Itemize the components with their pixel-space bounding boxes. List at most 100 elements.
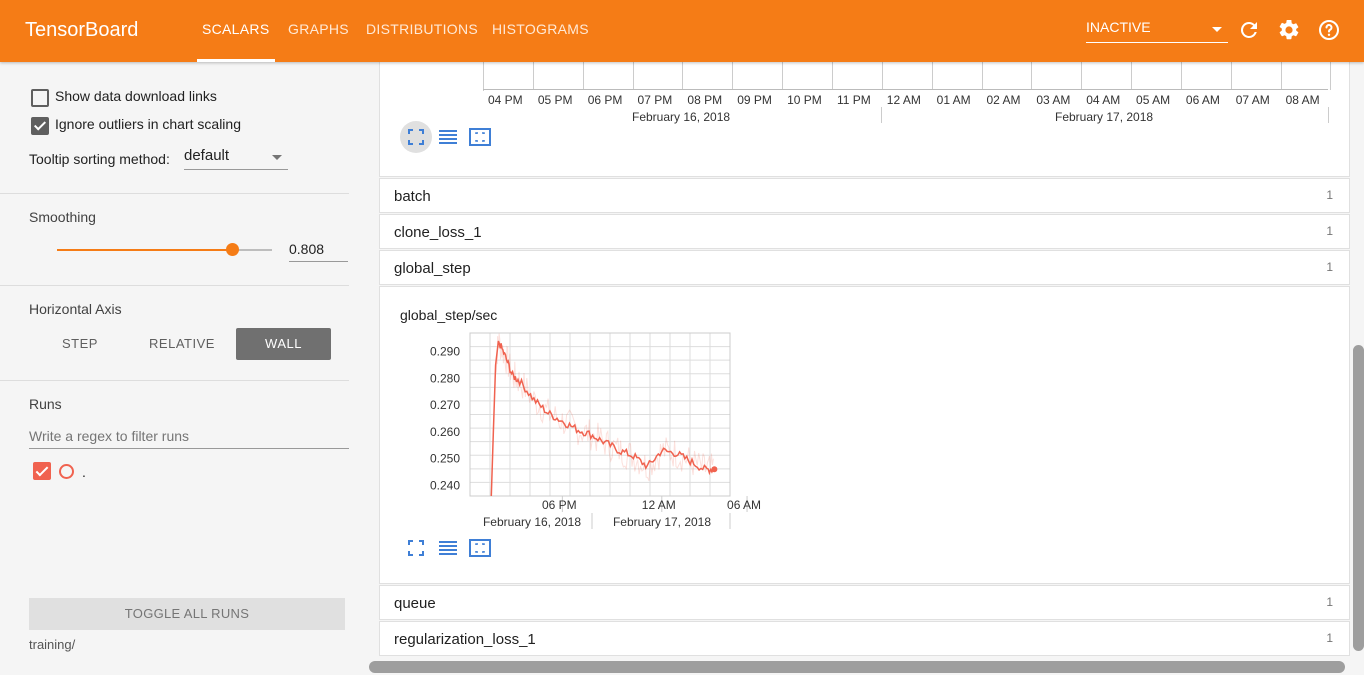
smoothed-series-line [490,340,715,497]
x-tick-label: 10 PM [787,93,822,107]
grid-line [1031,61,1033,90]
axis-relative-button[interactable]: RELATIVE [135,328,229,360]
category-row-regularization-loss-1[interactable]: regularization_loss_1 1 [379,621,1350,656]
x-tick-label: 09 PM [737,93,772,107]
tab-histograms[interactable]: HISTOGRAMS [492,21,589,37]
divider [0,380,349,381]
axis-step-button[interactable]: STEP [33,328,127,360]
grid-line [1280,61,1282,90]
fit-domain-icon[interactable] [469,128,491,146]
chart-card-global-step: global_step/sec 0.290 0.280 0.270 0.260 0.25… [379,286,1350,584]
category-name: regularization_loss_1 [394,631,536,648]
fit-domain-icon[interactable] [469,539,491,557]
smoothing-slider[interactable] [57,243,272,256]
global-step-chart[interactable]: 0.290 0.280 0.270 0.260 0.250 0.240 06 PM 12 AM… [380,287,780,547]
category-count: 1 [1326,260,1333,274]
category-row-batch[interactable]: batch 1 [379,178,1350,213]
toggle-all-runs-button[interactable]: TOGGLE ALL RUNS [29,598,345,630]
tab-scalars[interactable]: SCALARS [202,21,269,37]
grid-line [582,61,584,90]
x-tick-label: 02 AM [986,93,1021,107]
smoothing-title: Smoothing [29,209,96,225]
grid-line [1330,61,1332,90]
ignore-outliers-label: Ignore outliers in chart scaling [55,116,241,132]
category-count: 1 [1326,595,1333,609]
x-tick-label: 06 PM [542,498,577,512]
x-tick-label: 08 PM [687,93,723,107]
x-tick-label: 06 AM [1185,93,1220,107]
category-row-queue[interactable]: queue 1 [379,585,1350,620]
show-download-links-label: Show data download links [55,88,217,104]
x-tick-label: 04 PM [488,93,523,107]
brand-title: TensorBoard [25,19,139,41]
horizontal-scrollbar[interactable] [369,661,1345,673]
category-name: batch [394,188,431,205]
gear-icon[interactable] [1277,18,1301,42]
grid-line [831,61,833,90]
grid-line [931,61,933,90]
chevron-down-icon [1212,27,1222,32]
category-count: 1 [1326,188,1333,202]
refresh-icon[interactable] [1237,18,1261,42]
show-download-links-checkbox[interactable] [31,89,49,107]
vertical-scrollbar[interactable] [1353,345,1364,651]
tooltip-sorting-dropdown[interactable]: default [184,147,288,170]
y-tick-label: 0.250 [430,452,460,466]
tab-distributions[interactable]: DISTRIBUTIONS [366,21,478,37]
app-header: TensorBoard SCALARS GRAPHS DISTRIBUTIONS… [0,0,1364,62]
x-tick-label: 08 AM [1285,93,1320,107]
toggle-log-scale-icon[interactable] [438,540,458,556]
category-name: global_step [394,260,471,277]
date-separator [1328,107,1329,123]
grid-line [1230,61,1232,90]
y-tick-label: 0.280 [430,371,460,385]
run-radio[interactable] [59,464,74,479]
grid-line [1180,61,1182,90]
date-label: February 17, 2018 [613,515,711,529]
ignore-outliers-checkbox[interactable] [31,117,49,135]
grid-line [483,61,484,91]
grid-line [1081,61,1083,90]
smoothing-slider-fill [57,249,232,251]
toggle-log-scale-icon[interactable] [438,129,458,145]
run-label: . [82,464,86,480]
grid-line [881,61,883,90]
category-count: 1 [1326,631,1333,645]
active-tab-indicator [197,59,275,62]
date-label: February 16, 2018 [632,110,731,124]
date-label: February 17, 2018 [1055,110,1154,124]
grid-line [1131,61,1133,90]
main-content: 04 PM 05 PM 06 PM 07 PM 08 PM 09 PM 10 PM 11 PM… [349,60,1364,675]
tab-graphs[interactable]: GRAPHS [288,21,349,37]
smoothing-value-input[interactable]: 0.808 [289,241,348,262]
category-count: 1 [1326,224,1333,238]
x-tick-label: 12 AM [886,93,921,107]
runs-filter-input[interactable]: Write a regex to filter runs [29,428,349,449]
horizontal-axis-title: Horizontal Axis [29,301,122,317]
x-tick-label: 12 AM [642,498,676,512]
grid-line [782,61,784,90]
raw-series-line [495,333,714,482]
grid-line [532,61,534,90]
x-tick-label: 04 AM [1086,93,1121,107]
y-tick-label: 0.270 [430,398,460,412]
grid-line [981,61,983,90]
fullscreen-icon[interactable] [408,540,424,556]
fullscreen-icon[interactable] [408,129,424,145]
help-icon[interactable] [1317,18,1341,42]
inactive-plugins-dropdown[interactable]: INACTIVE [1086,19,1228,43]
y-tick-label: 0.290 [430,345,460,359]
chart-card-top: 04 PM 05 PM 06 PM 07 PM 08 PM 09 PM 10 PM 11 PM… [379,60,1350,177]
x-tick-label: 05 PM [537,93,573,107]
category-row-clone-loss-1[interactable]: clone_loss_1 1 [379,214,1350,249]
x-tick-label: 06 PM [587,93,623,107]
category-row-global-step[interactable]: global_step 1 [379,250,1350,285]
run-checkbox[interactable] [33,462,51,480]
smoothing-slider-knob[interactable] [226,243,239,256]
axis-wall-button[interactable]: WALL [236,328,331,360]
date-separator [881,107,882,123]
x-tick-label: 07 PM [637,93,673,107]
dropdown-label: INACTIVE [1086,19,1151,35]
grid-line [732,61,734,90]
x-tick-label: 06 AM [727,498,761,512]
